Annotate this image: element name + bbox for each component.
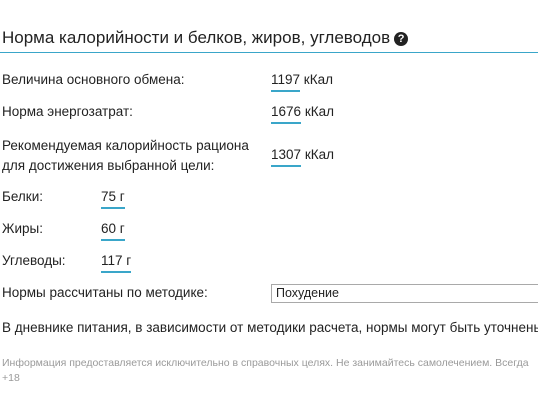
energy-value: 1676 кКал xyxy=(271,103,334,124)
section-title-row: Норма калорийности и белков, жиров, угле… xyxy=(2,28,409,48)
recommended-label: Рекомендуемая калорийность рациона для д… xyxy=(2,136,249,176)
energy-label: Норма энергозатрат: xyxy=(2,104,133,119)
bmr-unit: кКал xyxy=(303,72,333,87)
help-question-icon[interactable]: ? xyxy=(394,32,409,46)
fat-number: 60 г xyxy=(101,220,125,241)
method-select[interactable]: Похудение xyxy=(271,284,538,303)
recommended-unit: кКал xyxy=(304,147,334,162)
recommended-value: 1307 кКал xyxy=(271,146,334,167)
bmr-label: Величина основного обмена: xyxy=(2,72,185,87)
bmr-value: 1197 кКал xyxy=(271,71,333,92)
fat-label: Жиры: xyxy=(2,221,43,236)
protein-value: 75 г xyxy=(101,188,125,209)
method-label: Нормы рассчитаны по методике: xyxy=(2,285,208,300)
recommended-number: 1307 xyxy=(271,146,302,167)
carbs-number: 117 г xyxy=(101,252,132,273)
diary-note: В дневнике питания, в зависимости от мет… xyxy=(2,320,538,335)
carbs-label: Углеводы: xyxy=(2,253,66,268)
disclaimer-line1: Информация предоставляется исключительно… xyxy=(2,357,529,369)
disclaimer: Информация предоставляется исключительно… xyxy=(2,356,529,386)
fat-value: 60 г xyxy=(101,220,125,241)
disclaimer-age-rating: +18 xyxy=(2,372,20,384)
protein-label: Белки: xyxy=(2,189,43,204)
energy-number: 1676 xyxy=(271,103,302,124)
recommended-label-line2: для достижения выбранной цели: xyxy=(2,158,215,173)
bmr-number: 1197 xyxy=(271,71,301,92)
section-divider xyxy=(0,52,538,53)
carbs-value: 117 г xyxy=(101,252,132,273)
protein-number: 75 г xyxy=(101,188,125,209)
section-title: Норма калорийности и белков, жиров, угле… xyxy=(2,28,391,47)
recommended-label-line1: Рекомендуемая калорийность рациона xyxy=(2,138,249,153)
energy-unit: кКал xyxy=(304,104,334,119)
